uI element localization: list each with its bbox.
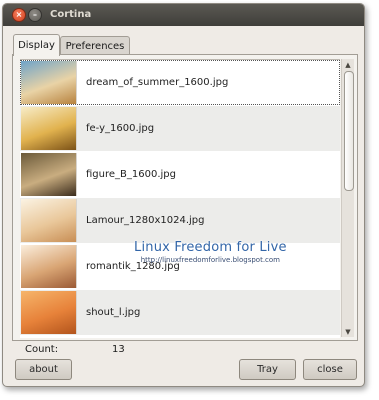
minimize-icon: – (33, 10, 37, 19)
wallpaper-filename: fe-y_1600.jpg (86, 123, 155, 134)
scrollbar-thumb[interactable] (344, 71, 354, 191)
display-panel: dream_of_summer_1600.jpg fe-y_1600.jpg f… (12, 54, 358, 341)
title-bar: × – Cortina (3, 4, 364, 26)
minimize-window-button[interactable]: – (28, 8, 42, 22)
scroll-down-arrow-icon[interactable]: ▼ (342, 326, 354, 337)
wallpaper-filename: dream_of_summer_1600.jpg (86, 77, 229, 88)
list-item[interactable]: romantik_1280.jpg (20, 244, 340, 289)
wallpaper-filename: shout_l.jpg (86, 307, 141, 318)
scroll-up-arrow-icon[interactable]: ▲ (342, 59, 354, 70)
wallpaper-filename: Lamour_1280x1024.jpg (86, 215, 205, 226)
list-item[interactable]: dream_of_summer_1600.jpg (20, 60, 340, 105)
list-item[interactable]: fe-y_1600.jpg (20, 106, 340, 151)
window-title: Cortina (50, 9, 92, 20)
close-button[interactable]: close (303, 359, 357, 380)
count-label: Count: (25, 344, 59, 355)
list-item[interactable]: Lamour_1280x1024.jpg (20, 198, 340, 243)
list-scrollbar[interactable]: ▲ ▼ (341, 59, 354, 337)
wallpaper-thumbnail (21, 245, 77, 288)
about-button[interactable]: about (15, 359, 72, 380)
wallpaper-thumbnail (21, 291, 77, 334)
count-value: 13 (112, 344, 125, 355)
list-item[interactable]: shout_l.jpg (20, 290, 340, 335)
cortina-window: × – Cortina Display Preferences dream_of… (2, 3, 365, 387)
wallpaper-thumbnail (21, 107, 77, 150)
wallpaper-filename: figure_B_1600.jpg (86, 169, 176, 180)
wallpaper-filename: romantik_1280.jpg (86, 261, 180, 272)
close-icon: × (15, 10, 23, 19)
close-window-button[interactable]: × (12, 8, 26, 22)
wallpaper-thumbnail (21, 61, 77, 104)
list-item[interactable]: figure_B_1600.jpg (20, 152, 340, 197)
tab-display[interactable]: Display (13, 34, 60, 56)
wallpaper-list[interactable]: dream_of_summer_1600.jpg fe-y_1600.jpg f… (20, 59, 340, 338)
tab-preferences[interactable]: Preferences (60, 36, 130, 55)
wallpaper-thumbnail (21, 199, 77, 242)
wallpaper-thumbnail (21, 153, 77, 196)
tray-button[interactable]: Tray (239, 359, 296, 380)
